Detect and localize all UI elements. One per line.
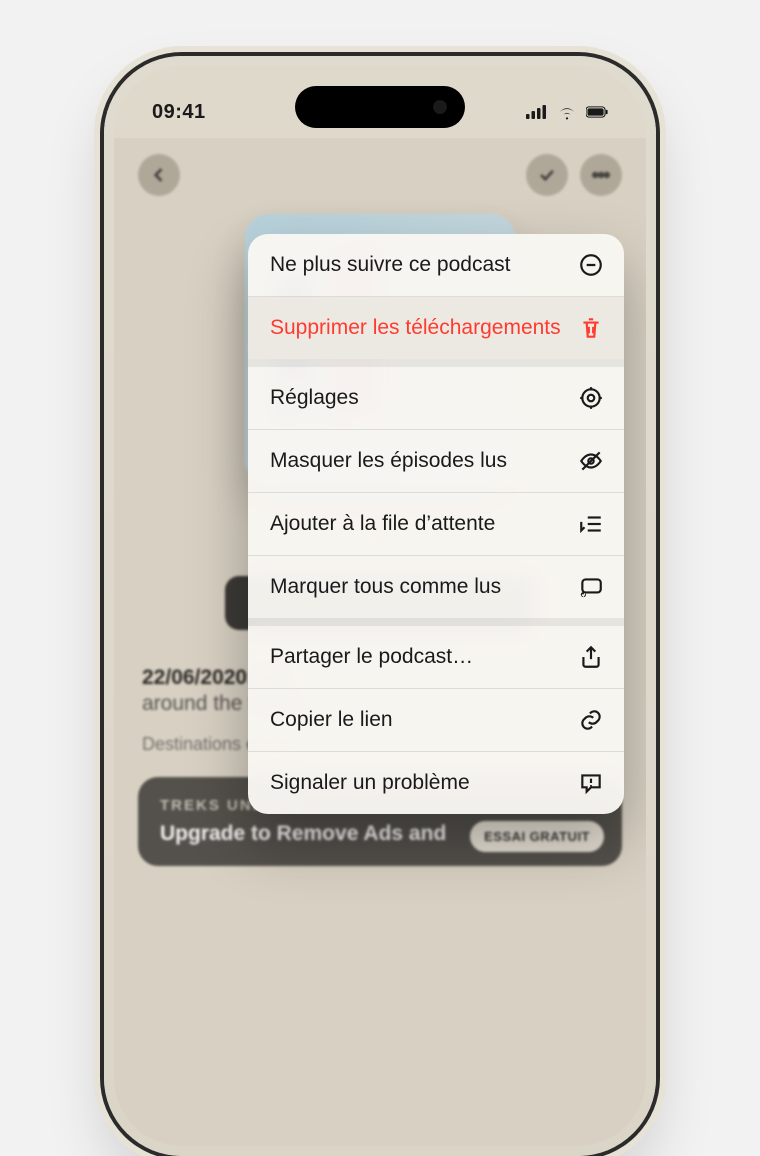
menu-mark-all-played[interactable]: Marquer tous comme lus — [248, 556, 624, 618]
menu-settings[interactable]: Réglages — [248, 367, 624, 429]
menu-add-to-queue[interactable]: Ajouter à la file d’attente — [248, 493, 624, 555]
mark-read-icon — [578, 574, 604, 600]
battery-icon — [586, 104, 608, 120]
cellular-icon — [526, 104, 548, 120]
report-icon — [578, 770, 604, 796]
circle-minus-icon — [578, 252, 604, 278]
eye-slash-icon — [578, 448, 604, 474]
gear-icon — [578, 385, 604, 411]
menu-label: Ajouter à la file d’attente — [270, 511, 562, 536]
menu-hide-played[interactable]: Masquer les épisodes lus — [248, 430, 624, 492]
menu-label: Supprimer les téléchargements — [270, 315, 562, 340]
menu-label: Partager le podcast… — [270, 644, 562, 669]
menu-label: Masquer les épisodes lus — [270, 448, 562, 473]
menu-copy-link[interactable]: Copier le lien — [248, 689, 624, 751]
menu-remove-downloads[interactable]: Supprimer les téléchargements — [248, 297, 624, 359]
trash-icon — [578, 315, 604, 341]
context-menu: Ne plus suivre ce podcast Supprimer les … — [248, 234, 624, 814]
menu-share-podcast[interactable]: Partager le podcast… — [248, 626, 624, 688]
menu-label: Réglages — [270, 385, 562, 410]
menu-label: Marquer tous comme lus — [270, 574, 562, 599]
status-time: 09:41 — [152, 101, 206, 124]
share-icon — [578, 644, 604, 670]
menu-report-problem[interactable]: Signaler un problème — [248, 752, 624, 814]
wifi-icon — [556, 104, 578, 120]
menu-label: Ne plus suivre ce podcast — [270, 252, 562, 277]
dynamic-island — [295, 86, 465, 128]
menu-unfollow[interactable]: Ne plus suivre ce podcast — [248, 234, 624, 296]
link-icon — [578, 707, 604, 733]
menu-label: Signaler un problème — [270, 770, 562, 795]
queue-icon — [578, 511, 604, 537]
menu-label: Copier le lien — [270, 707, 562, 732]
